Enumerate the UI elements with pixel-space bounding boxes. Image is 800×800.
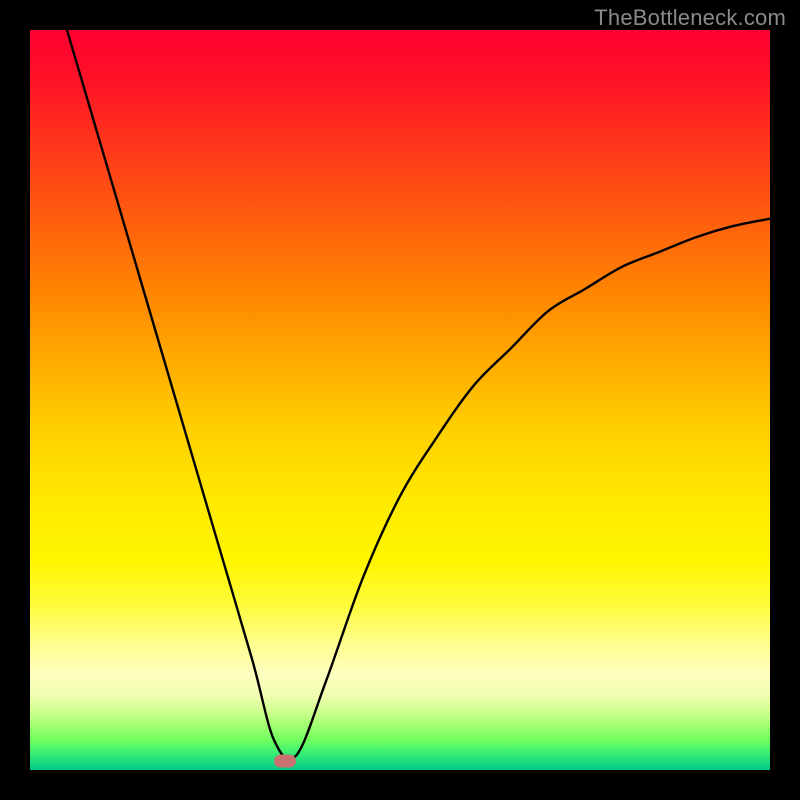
bottleneck-curve [67,30,770,759]
watermark-text: TheBottleneck.com [594,5,786,31]
curve-layer [30,30,770,770]
plot-area [30,30,770,770]
optimal-point-marker [274,755,296,768]
chart-canvas: TheBottleneck.com [0,0,800,800]
